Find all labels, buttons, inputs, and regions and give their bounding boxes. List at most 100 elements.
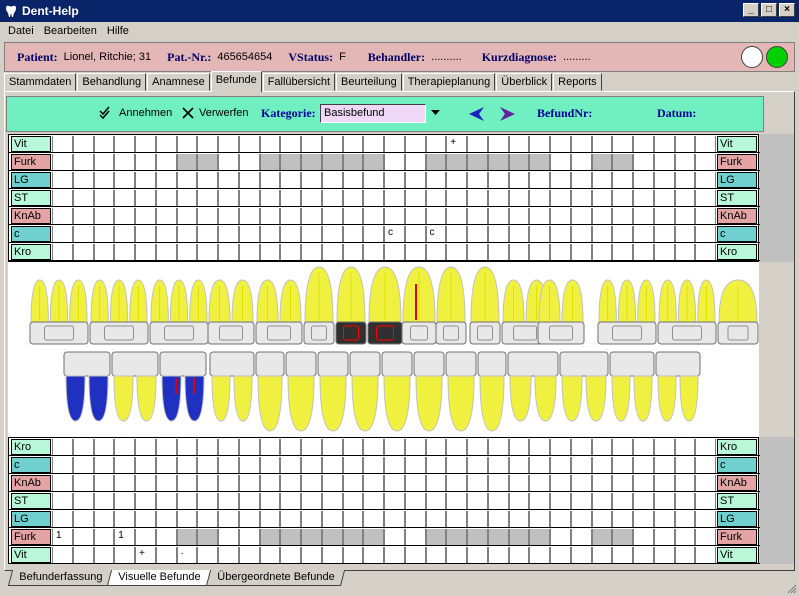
finding-cell[interactable]	[446, 190, 467, 206]
accept-button[interactable]: Annehmen	[99, 106, 172, 120]
finding-cell[interactable]	[93, 244, 115, 260]
finding-cell[interactable]	[342, 190, 364, 206]
finding-cell[interactable]	[72, 547, 94, 563]
finding-cell[interactable]	[487, 136, 509, 152]
finding-cell[interactable]	[529, 172, 550, 188]
finding-cell[interactable]	[280, 547, 301, 563]
finding-cell[interactable]	[425, 511, 447, 527]
finding-cell[interactable]	[155, 190, 177, 206]
finding-cell[interactable]	[612, 439, 633, 455]
finding-cell[interactable]	[197, 226, 218, 242]
finding-cell[interactable]	[72, 529, 94, 545]
finding-cell[interactable]	[321, 208, 343, 224]
finding-cell[interactable]	[384, 493, 405, 509]
finding-cell[interactable]	[342, 244, 364, 260]
finding-cell[interactable]	[446, 226, 467, 242]
lower-tooth[interactable]	[159, 351, 207, 422]
finding-cell[interactable]	[674, 547, 696, 563]
finding-cell[interactable]	[93, 457, 115, 473]
finding-cell[interactable]	[446, 457, 467, 473]
finding-cell[interactable]	[446, 475, 467, 491]
finding-cell[interactable]	[425, 208, 447, 224]
finding-cell[interactable]	[529, 457, 550, 473]
finding-cell[interactable]	[218, 136, 239, 152]
finding-cell[interactable]	[259, 439, 281, 455]
finding-cell[interactable]	[321, 547, 343, 563]
finding-cell[interactable]	[135, 529, 156, 545]
finding-cell[interactable]	[52, 457, 73, 473]
tab-anamnese[interactable]: Anamnese	[147, 73, 210, 91]
finding-cell[interactable]	[342, 208, 364, 224]
finding-cell[interactable]	[114, 244, 135, 260]
tab-befunde[interactable]: Befunde	[210, 71, 262, 92]
finding-cell[interactable]	[93, 547, 115, 563]
finding-cell[interactable]	[529, 439, 550, 455]
finding-cell[interactable]	[591, 439, 613, 455]
finding-cell[interactable]	[695, 457, 716, 473]
lower-tooth[interactable]	[285, 351, 317, 432]
finding-cell[interactable]	[238, 244, 260, 260]
finding-cell[interactable]	[633, 493, 654, 509]
finding-cell[interactable]	[695, 439, 716, 455]
finding-cell[interactable]	[342, 547, 364, 563]
finding-cell[interactable]	[487, 190, 509, 206]
finding-cell[interactable]	[570, 190, 592, 206]
tab-therapieplanung[interactable]: Therapieplanung	[402, 73, 496, 91]
finding-cell[interactable]	[280, 457, 301, 473]
close-button[interactable]: ×	[779, 3, 795, 17]
finding-cell[interactable]	[197, 439, 218, 455]
finding-cell[interactable]	[363, 475, 384, 491]
finding-cell[interactable]	[508, 226, 530, 242]
finding-cell[interactable]	[653, 136, 675, 152]
finding-cell[interactable]	[591, 208, 613, 224]
finding-cell[interactable]	[425, 529, 447, 545]
arrow-right-icon[interactable]	[499, 106, 517, 122]
finding-cell[interactable]	[259, 226, 281, 242]
finding-cell[interactable]	[570, 172, 592, 188]
finding-cell[interactable]	[591, 226, 613, 242]
finding-cell[interactable]	[321, 154, 343, 170]
finding-cell[interactable]	[363, 226, 384, 242]
tab-beurteilung[interactable]: Beurteilung	[336, 73, 402, 91]
tab-reports[interactable]: Reports	[553, 73, 602, 91]
finding-cell[interactable]	[176, 244, 198, 260]
finding-cell[interactable]	[301, 529, 322, 545]
lower-tooth[interactable]	[111, 351, 159, 422]
finding-cell[interactable]	[342, 136, 364, 152]
finding-cell[interactable]	[550, 154, 571, 170]
finding-cell[interactable]	[218, 529, 239, 545]
finding-cell[interactable]	[135, 457, 156, 473]
finding-cell[interactable]	[653, 208, 675, 224]
finding-cell[interactable]	[550, 136, 571, 152]
lower-tooth[interactable]	[445, 351, 477, 432]
finding-cell[interactable]	[695, 172, 716, 188]
finding-cell[interactable]	[301, 208, 322, 224]
finding-cell[interactable]	[487, 244, 509, 260]
status-circle-green[interactable]	[766, 46, 788, 68]
finding-cell[interactable]	[467, 136, 488, 152]
finding-cell[interactable]	[280, 475, 301, 491]
finding-cell[interactable]	[135, 172, 156, 188]
finding-cell[interactable]	[218, 439, 239, 455]
finding-cell[interactable]	[52, 511, 73, 527]
finding-cell[interactable]	[321, 475, 343, 491]
finding-cell[interactable]	[135, 226, 156, 242]
finding-cell[interactable]	[197, 172, 218, 188]
finding-cell[interactable]	[384, 547, 405, 563]
finding-cell[interactable]	[529, 244, 550, 260]
finding-cell[interactable]	[384, 172, 405, 188]
finding-cell[interactable]	[550, 493, 571, 509]
finding-cell[interactable]	[467, 511, 488, 527]
lower-tooth[interactable]	[209, 351, 255, 422]
finding-cell[interactable]	[446, 529, 467, 545]
finding-cell[interactable]	[93, 439, 115, 455]
finding-cell[interactable]	[529, 529, 550, 545]
finding-cell[interactable]	[280, 439, 301, 455]
finding-cell[interactable]	[135, 136, 156, 152]
finding-cell[interactable]	[404, 511, 426, 527]
finding-cell[interactable]	[52, 244, 73, 260]
finding-cell[interactable]	[508, 154, 530, 170]
finding-cell[interactable]	[280, 226, 301, 242]
finding-cell[interactable]	[653, 226, 675, 242]
finding-cell[interactable]	[52, 154, 73, 170]
